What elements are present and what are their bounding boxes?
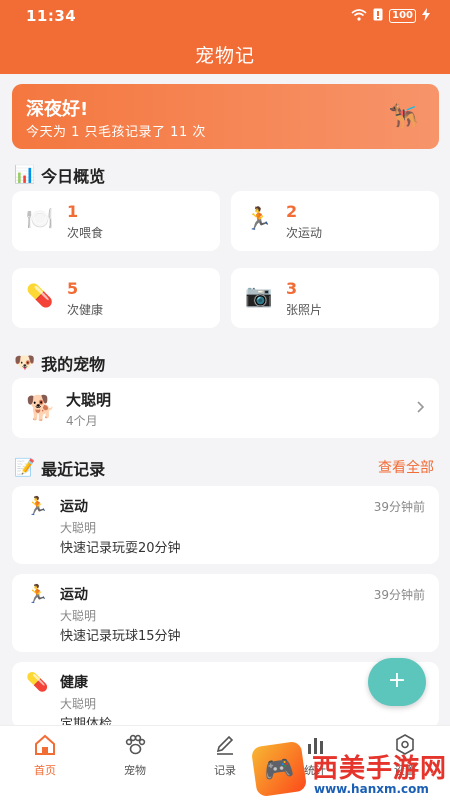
pen-icon: 📝 [14,458,36,478]
pet-name: 大聪明 [66,391,112,409]
stat-card-health[interactable]: 💊 5 次健康 [12,268,220,328]
tab-label: 宠物 [124,764,146,777]
record-time: 39分钟前 [373,500,425,514]
stat-value: 5 [67,279,79,298]
charging-icon [422,8,430,24]
greeting-banner: 深夜好! 今天为 1 只毛孩记录了 11 次 🐕‍🦺 [12,84,439,149]
pill-icon: 💊 [26,284,54,309]
recent-section-title: 📝 最近记录 [14,458,106,479]
status-icons: 100 [351,8,430,24]
tab-label: 首页 [34,764,56,777]
pet-house-icon: 🐶 [14,353,36,373]
runner-icon: 🏃 [26,584,49,605]
runner-icon: 🏃 [245,207,273,232]
bar-chart-icon: 📊 [14,165,36,185]
stat-label: 次运动 [286,226,323,240]
tab-home[interactable]: 首页 [0,734,90,778]
stat-value: 3 [286,279,298,298]
gamepad-icon: 🎮 [250,740,308,798]
stat-label: 次健康 [67,303,104,317]
record-time: 39分钟前 [373,588,425,602]
see-all-link[interactable]: 查看全部 [378,457,434,477]
stat-value: 1 [67,202,79,221]
status-time: 11:34 [26,7,77,25]
dog-icon: 🐕 [26,394,56,422]
camera-icon: 📷 [245,284,273,309]
paw-icon [90,734,180,760]
record-type: 运动 [60,499,88,515]
my-pets-section-title: 🐶 我的宠物 [14,353,106,374]
wifi-icon [351,8,367,24]
watermark-url: www.hanxm.com [314,782,429,796]
watermark-title: 西美手游网 [312,754,448,784]
app-header: 11:34 100 宠物记 [0,0,450,74]
pet-card[interactable]: 🐕 大聪明 4个月 [12,378,439,438]
record-pet: 大聪明 [60,609,97,623]
stat-label: 张照片 [286,303,323,317]
stat-card-feeding[interactable]: 🍽️ 1 次喂食 [12,191,220,251]
tab-pets[interactable]: 宠物 [90,734,180,778]
chevron-right-icon [417,398,425,417]
page-title: 宠物记 [194,45,255,67]
record-pet: 大聪明 [60,697,97,711]
plate-icon: 🍽️ [26,207,54,232]
sim-icon [373,8,383,24]
pill-icon: 💊 [26,672,49,693]
service-dog-icon: 🐕‍🦺 [389,102,419,130]
runner-icon: 🏃 [26,496,49,517]
overview-section-title: 📊 今日概览 [14,165,106,186]
battery-indicator: 100 [389,9,416,23]
greeting-subtitle: 今天为 1 只毛孩记录了 11 次 [26,125,206,140]
stat-label: 次喂食 [67,226,104,240]
pet-age: 4个月 [66,414,98,428]
record-card[interactable]: 🏃 运动 39分钟前 大聪明 快速记录玩耍20分钟 [12,486,439,564]
record-type: 健康 [60,675,88,691]
stat-card-photos[interactable]: 📷 3 张照片 [231,268,439,328]
greeting-title: 深夜好! [26,99,89,120]
record-type: 运动 [60,587,88,603]
home-icon [0,734,90,760]
site-watermark: 🎮 西美手游网 www.hanxm.com [250,740,450,800]
record-pet: 大聪明 [60,521,97,535]
status-bar: 11:34 100 [0,0,450,30]
add-record-button[interactable]: + [368,658,426,706]
stat-card-exercise[interactable]: 🏃 2 次运动 [231,191,439,251]
record-card[interactable]: 🏃 运动 39分钟前 大聪明 快速记录玩球15分钟 [12,574,439,652]
stat-value: 2 [286,202,298,221]
record-note: 快速记录玩球15分钟 [60,629,181,644]
record-note: 快速记录玩耍20分钟 [60,541,181,556]
